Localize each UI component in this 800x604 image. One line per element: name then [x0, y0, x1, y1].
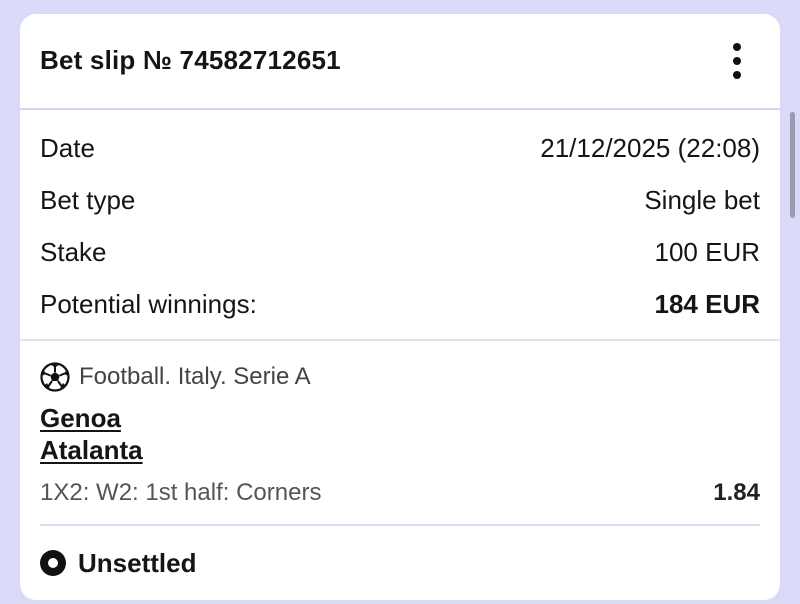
- detail-label: Potential winnings:: [40, 289, 257, 319]
- detail-label: Stake: [40, 237, 107, 267]
- detail-value: 100 EUR: [654, 237, 761, 267]
- scrollbar[interactable]: [790, 112, 795, 218]
- odds-value: 1.84: [713, 479, 760, 506]
- team-home-link[interactable]: Genoa: [40, 403, 121, 433]
- detail-value: 184 EUR: [654, 289, 761, 319]
- more-vertical-icon[interactable]: [722, 40, 752, 82]
- football-icon: [40, 362, 70, 392]
- detail-row-date: Date 21/12/2025 (22:08): [40, 131, 760, 165]
- detail-row-stake: Stake 100 EUR: [40, 235, 760, 269]
- section-divider: [20, 339, 780, 341]
- status-label: Unsettled: [78, 548, 197, 578]
- bet-slip-header: Bet slip № 74582712651: [20, 14, 780, 110]
- team-away-link[interactable]: Atalanta: [40, 435, 143, 465]
- market-label: 1X2: W2: 1st half: Corners: [40, 479, 322, 506]
- detail-row-bet-type: Bet type Single bet: [40, 183, 760, 217]
- market-row: 1X2: W2: 1st half: Corners 1.84: [40, 476, 760, 510]
- menu-dot: [733, 43, 741, 51]
- menu-dot: [733, 57, 741, 65]
- detail-row-potential-winnings: Potential winnings: 184 EUR: [40, 287, 760, 321]
- menu-dot: [733, 71, 741, 79]
- bet-slip-title: Bet slip № 74582712651: [40, 45, 341, 75]
- detail-label: Bet type: [40, 185, 136, 215]
- bet-slip-card: Bet slip № 74582712651 Date 21/12/2025 (…: [20, 14, 780, 600]
- detail-value: Single bet: [644, 185, 760, 215]
- detail-label: Date: [40, 133, 95, 163]
- status-dot-icon: [40, 550, 66, 576]
- section-divider: [40, 524, 760, 526]
- league-name: Football. Italy. Serie A: [79, 363, 311, 390]
- detail-value: 21/12/2025 (22:08): [540, 133, 760, 163]
